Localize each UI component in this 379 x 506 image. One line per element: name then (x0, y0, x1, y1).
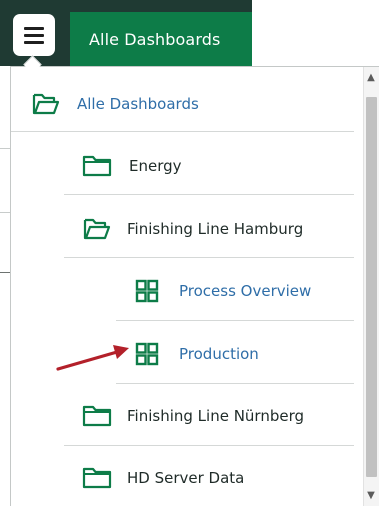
background-divider (0, 272, 10, 273)
tree-item-label: Finishing Line Hamburg (127, 219, 304, 238)
divider (64, 257, 354, 258)
hamburger-menu-icon (24, 26, 44, 30)
tab-label: Alle Dashboards (89, 29, 221, 49)
tree-item-alle-dashboards[interactable]: Alle Dashboards (32, 72, 199, 135)
red-pointer-arrow-icon (56, 345, 129, 371)
tree-item-label: HD Server Data (127, 468, 245, 487)
tree-item-label: Process Overview (179, 281, 312, 300)
tree-item-finishing-line-hamburg[interactable]: Finishing Line Hamburg (82, 197, 303, 260)
divider (116, 320, 354, 321)
background-divider (0, 212, 10, 213)
dashboard-tree-dropdown: Alle Dashboards Energy Finishing Line Ha… (10, 66, 379, 506)
tab-alle-dashboards[interactable]: Alle Dashboards (70, 12, 252, 66)
tree-item-energy[interactable]: Energy (82, 134, 182, 197)
scrollbar-thumb[interactable] (366, 97, 377, 477)
tree-item-label: Alle Dashboards (77, 94, 199, 113)
scroll-down-arrow-icon[interactable]: ▼ (365, 489, 377, 501)
tree-item-label: Finishing Line Nürnberg (127, 406, 305, 425)
hamburger-menu-button[interactable] (13, 14, 55, 56)
tree-item-production[interactable]: Production (135, 322, 259, 385)
folder-icon (82, 405, 112, 426)
dashboard-grid-icon (135, 342, 159, 365)
tree-item-process-overview[interactable]: Process Overview (135, 259, 311, 322)
folder-icon (82, 467, 112, 488)
folder-open-icon (83, 218, 111, 239)
tree-item-label: Energy (129, 156, 182, 175)
vertical-scrollbar[interactable]: ▲ ▼ (363, 67, 379, 506)
scroll-up-arrow-icon[interactable]: ▲ (365, 71, 377, 83)
top-bar: Alle Dashboards (0, 0, 252, 66)
tree-item-hd-server-data[interactable]: HD Server Data (82, 446, 244, 506)
background-divider (0, 148, 10, 149)
tree-item-finishing-line-nuernberg[interactable]: Finishing Line Nürnberg (82, 384, 304, 447)
dashboard-grid-icon (135, 279, 159, 302)
divider (11, 131, 354, 132)
folder-open-icon (32, 93, 60, 114)
folder-icon (82, 155, 112, 176)
divider (64, 194, 354, 195)
tree-item-label: Production (179, 344, 259, 363)
